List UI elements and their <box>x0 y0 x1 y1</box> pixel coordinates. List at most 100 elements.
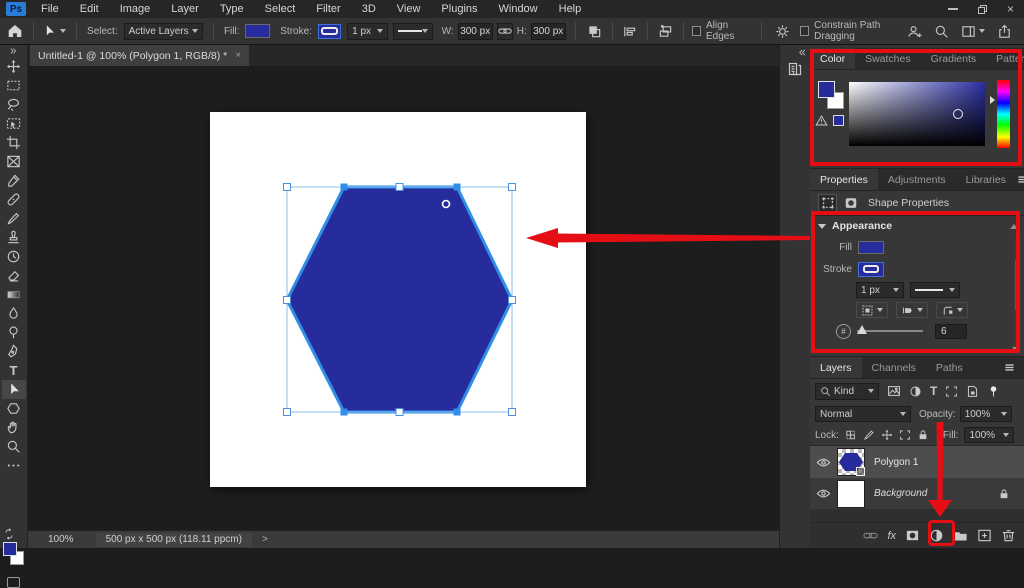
history-panel-icon[interactable] <box>787 61 803 77</box>
gear-icon[interactable] <box>772 22 792 41</box>
transform-properties-icon[interactable] <box>818 194 837 213</box>
lock-paint-icon[interactable] <box>863 429 875 441</box>
layer-visibility-icon[interactable] <box>816 486 831 501</box>
appearance-stroke-width-dropdown[interactable]: 1 px <box>856 282 904 298</box>
photoshop-logo[interactable]: Ps <box>6 2 26 16</box>
align-edges-checkbox[interactable] <box>692 26 701 36</box>
filter-adjustment-layers-icon[interactable] <box>909 385 922 398</box>
lock-all-icon[interactable] <box>917 429 929 441</box>
tool-preset[interactable] <box>42 24 66 38</box>
layer-thumbnail[interactable] <box>838 449 864 475</box>
color-field[interactable] <box>849 82 985 146</box>
stroke-type-dropdown[interactable] <box>393 23 433 40</box>
healing-brush-tool[interactable] <box>2 190 26 209</box>
layer-thumbnail[interactable] <box>838 481 864 507</box>
mask-properties-icon[interactable] <box>841 194 860 213</box>
tab-libraries[interactable]: Libraries <box>956 169 1016 190</box>
layer-visibility-icon[interactable] <box>816 455 831 470</box>
lock-position-icon[interactable] <box>881 429 893 441</box>
close-tab-icon[interactable]: × <box>235 50 241 61</box>
eyedropper-tool[interactable] <box>2 171 26 190</box>
height-input[interactable]: 300 px <box>531 23 566 40</box>
brush-tool[interactable] <box>2 209 26 228</box>
fill-color-swatch[interactable] <box>245 24 271 38</box>
constrain-path-checkbox[interactable] <box>800 26 809 36</box>
history-brush-tool[interactable] <box>2 247 26 266</box>
sides-slider[interactable] <box>857 325 923 337</box>
new-group-icon[interactable] <box>953 528 968 543</box>
menu-type[interactable]: Type <box>220 3 244 15</box>
filter-type-layers-icon[interactable]: T <box>930 384 937 398</box>
tab-paths[interactable]: Paths <box>926 357 973 378</box>
color-picker-ring[interactable] <box>953 109 963 119</box>
pen-tool[interactable] <box>2 342 26 361</box>
appearance-fill-swatch[interactable] <box>858 241 884 254</box>
menu-3d[interactable]: 3D <box>362 3 376 15</box>
menu-view[interactable]: View <box>397 3 421 15</box>
menu-window[interactable]: Window <box>499 3 538 15</box>
tab-properties[interactable]: Properties <box>810 169 878 190</box>
filter-pixel-layers-icon[interactable] <box>887 384 901 398</box>
tab-channels[interactable]: Channels <box>862 357 926 378</box>
share-icon[interactable] <box>997 24 1012 39</box>
tab-layers[interactable]: Layers <box>810 357 862 378</box>
new-layer-icon[interactable] <box>977 528 992 543</box>
tab-color[interactable]: Color <box>810 48 855 69</box>
menu-filter[interactable]: Filter <box>316 3 340 15</box>
foreground-color-box[interactable] <box>818 81 835 98</box>
tab-swatches[interactable]: Swatches <box>855 48 921 69</box>
layers-panel-menu-icon[interactable] <box>1003 361 1016 374</box>
blend-mode-dropdown[interactable]: Normal <box>815 406 911 422</box>
canvas-area[interactable] <box>28 66 779 530</box>
swap-colors-icon[interactable] <box>3 528 15 540</box>
frame-tool[interactable] <box>2 152 26 171</box>
path-operations-button[interactable] <box>585 22 605 41</box>
crop-tool[interactable] <box>2 133 26 152</box>
status-chevron-icon[interactable]: > <box>262 534 268 545</box>
new-adjustment-layer-icon[interactable] <box>929 528 944 543</box>
menu-image[interactable]: Image <box>120 3 151 15</box>
gradient-tool[interactable] <box>2 285 26 304</box>
menu-select[interactable]: Select <box>265 3 296 15</box>
shape-tool[interactable] <box>2 399 26 418</box>
search-icon[interactable] <box>934 24 949 39</box>
stroke-caps-dropdown[interactable] <box>896 302 928 318</box>
link-wh-icon[interactable] <box>497 23 513 40</box>
scroll-up-icon[interactable] <box>1010 224 1018 229</box>
tab-patterns[interactable]: Patterns <box>986 48 1024 69</box>
link-layers-icon[interactable] <box>863 528 878 543</box>
filter-shape-layers-icon[interactable] <box>945 385 958 398</box>
menu-plugins[interactable]: Plugins <box>441 3 477 15</box>
collapse-toolbar-icon[interactable] <box>0 45 27 57</box>
hand-tool[interactable] <box>2 418 26 437</box>
layer-style-icon[interactable]: fx <box>887 530 896 542</box>
layer-name[interactable]: Background <box>874 488 927 499</box>
stroke-corners-dropdown[interactable] <box>936 302 968 318</box>
delete-layer-icon[interactable] <box>1001 528 1016 543</box>
polygon-shape[interactable] <box>278 178 526 426</box>
filter-toggle-icon[interactable] <box>987 385 1000 398</box>
kind-filter-dropdown[interactable]: Kind <box>815 383 879 400</box>
stroke-width-dropdown[interactable]: 1 px <box>347 23 388 40</box>
collapse-appearance-icon[interactable] <box>818 224 826 229</box>
document-tab[interactable]: Untitled-1 @ 100% (Polygon 1, RGB/8) * × <box>30 45 249 66</box>
path-alignment-button[interactable] <box>620 22 640 41</box>
tab-adjustments[interactable]: Adjustments <box>878 169 956 190</box>
lock-transparency-icon[interactable] <box>845 429 857 441</box>
appearance-scrollbar-thumb[interactable] <box>1015 260 1020 310</box>
layer-mask-icon[interactable] <box>905 528 920 543</box>
layer-row-background[interactable]: Background <box>810 478 1024 509</box>
window-close-button[interactable]: × <box>1007 4 1014 14</box>
object-selection-tool[interactable] <box>2 114 26 133</box>
menu-edit[interactable]: Edit <box>80 3 99 15</box>
stroke-color-swatch[interactable] <box>318 24 341 39</box>
lock-artboard-icon[interactable] <box>899 429 911 441</box>
layer-row-polygon[interactable]: Polygon 1 <box>810 446 1024 478</box>
sides-slider-thumb[interactable] <box>857 325 867 334</box>
path-selection-tool[interactable] <box>2 380 26 399</box>
quick-mask-icon[interactable] <box>7 577 20 588</box>
workspace-switcher[interactable] <box>961 24 985 39</box>
select-mode-dropdown[interactable]: Active Layers <box>124 23 204 40</box>
layer-fill-dropdown[interactable]: 100% <box>964 427 1014 443</box>
lasso-tool[interactable] <box>2 95 26 114</box>
